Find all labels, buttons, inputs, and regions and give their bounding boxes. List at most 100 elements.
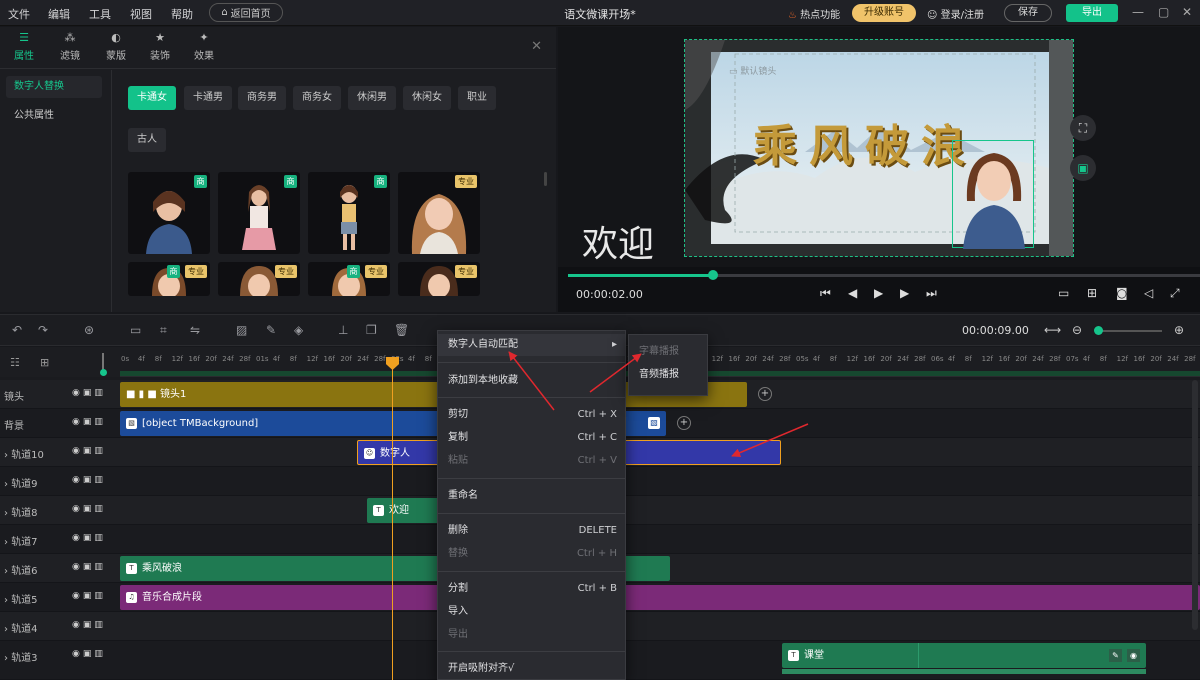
home-button[interactable]: ⌂ 返回首页	[209, 3, 283, 22]
category-cartoon-female[interactable]: 卡通女	[128, 86, 176, 110]
add-keyframe-icon[interactable]: +	[677, 416, 691, 430]
menu-item-copy[interactable]: 复制 Ctrl + C	[438, 427, 625, 449]
trash-icon[interactable]: ▥	[94, 649, 106, 659]
music-clip[interactable]: ♫ 音乐合成片段	[120, 585, 1200, 610]
avatar-list-scrollbar[interactable]	[544, 172, 547, 186]
eye-icon[interactable]: ◉	[72, 533, 83, 543]
eye-icon[interactable]: ◉	[72, 446, 83, 456]
avatar-thumbnail[interactable]: 专业	[398, 262, 480, 296]
zoom-slider[interactable]	[1098, 330, 1162, 332]
delete-icon[interactable]: 🗑	[394, 323, 409, 337]
lock-icon[interactable]: ▣	[83, 533, 95, 543]
avatar-thumbnail[interactable]: 专业	[398, 172, 480, 254]
lock-icon[interactable]: ▣	[1070, 155, 1096, 181]
menu-item-cut[interactable]: 剪切 Ctrl + X	[438, 404, 625, 426]
grid-icon[interactable]: ⊞	[1087, 286, 1097, 300]
menu-view[interactable]: 视图	[130, 6, 152, 22]
eye-icon[interactable]: ◉	[72, 591, 83, 601]
lock-icon[interactable]: ▣	[83, 620, 95, 630]
menu-item-rename[interactable]: 重命名	[438, 485, 625, 507]
lock-icon[interactable]: ▣	[83, 446, 95, 456]
tab-filter[interactable]: ⁂ 滤镜	[48, 31, 92, 62]
preview-icon[interactable]: ◉	[1127, 649, 1140, 662]
login-link[interactable]: ☺ 登录/注册	[927, 6, 984, 21]
undo-icon[interactable]: ↶	[12, 323, 22, 337]
preview-progress-track[interactable]	[568, 274, 1200, 277]
avatar-thumbnail[interactable]: 商	[308, 172, 390, 254]
menu-item-delete[interactable]: 删除 DELETE	[438, 520, 625, 542]
fit-screen-icon[interactable]: ⛶	[1070, 115, 1096, 141]
menu-item-avatar-auto-match[interactable]: 数字人自动匹配 ▸	[438, 334, 625, 356]
tab-mask[interactable]: ◐ 蒙版	[94, 31, 138, 62]
screen-icon[interactable]: ▭	[1058, 286, 1069, 300]
trash-icon[interactable]: ▥	[94, 475, 106, 485]
step-back-icon[interactable]: ◀	[848, 286, 857, 300]
fit-timeline-icon[interactable]: ⟷	[1044, 323, 1061, 337]
eye-icon[interactable]: ◉	[72, 620, 83, 630]
submenu-item-audio-broadcast[interactable]: 音频播报	[629, 364, 707, 386]
avatar-thumbnail[interactable]: 商 专业	[128, 262, 210, 296]
lock-icon[interactable]: ▣	[83, 504, 95, 514]
export-button[interactable]: 导出	[1066, 4, 1118, 22]
lock-icon[interactable]: ▣	[83, 388, 95, 398]
fullscreen-icon[interactable]: ⤢	[1170, 286, 1180, 301]
menu-item-snap-align[interactable]: 开启吸附对齐√	[438, 658, 625, 680]
play-icon[interactable]: ▶	[874, 286, 883, 300]
menu-file[interactable]: 文件	[8, 6, 30, 22]
menu-item-import[interactable]: 导入	[438, 601, 625, 623]
aspect-icon[interactable]: ▭	[130, 323, 141, 337]
category-business-male[interactable]: 商务男	[238, 86, 286, 110]
volume-icon[interactable]: ◁	[1144, 286, 1153, 300]
clip-settings-icon[interactable]: ▧	[648, 417, 660, 429]
timeline-vscrollbar[interactable]	[1192, 380, 1198, 630]
avatar-thumbnail[interactable]: 商 专业	[308, 262, 390, 296]
avatar-thumbnail[interactable]: 商	[218, 172, 300, 254]
flip-icon[interactable]: ⇋	[190, 323, 200, 337]
edit-icon[interactable]: ✎	[1109, 649, 1122, 662]
side-item-common-properties[interactable]: 公共属性	[6, 105, 102, 127]
step-forward-icon[interactable]: ▶	[900, 286, 909, 300]
skip-start-icon[interactable]: ⏮	[820, 286, 831, 301]
skip-end-icon[interactable]: ⏭	[926, 286, 937, 301]
tab-properties[interactable]: ☰ 属性	[2, 31, 46, 62]
image-edit-icon[interactable]: ▨	[236, 323, 247, 337]
zoom-slider-knob[interactable]	[1094, 326, 1103, 335]
trash-icon[interactable]: ▥	[94, 533, 106, 543]
copy-icon[interactable]: ❐	[366, 323, 377, 337]
lock-icon[interactable]: ▣	[83, 475, 95, 485]
playhead-line[interactable]	[392, 358, 393, 680]
trash-icon[interactable]: ▥	[94, 504, 106, 514]
track-settings-icon[interactable]: ☷	[10, 356, 20, 369]
trash-icon[interactable]: ▥	[94, 562, 106, 572]
side-item-avatar-replace[interactable]: 数字人替换	[6, 76, 102, 98]
category-professional[interactable]: 职业	[458, 86, 496, 110]
camera-icon[interactable]: ◙	[1116, 286, 1128, 300]
tab-decoration[interactable]: ★ 装饰	[138, 31, 182, 62]
zoom-out-icon[interactable]: ⊖	[1072, 323, 1082, 337]
menu-item-add-favorite[interactable]: 添加到本地收藏	[438, 370, 625, 392]
category-casual-male[interactable]: 休闲男	[348, 86, 396, 110]
category-business-female[interactable]: 商务女	[293, 86, 341, 110]
menu-tools[interactable]: 工具	[89, 6, 111, 22]
eye-icon[interactable]: ◉	[72, 649, 83, 659]
trash-icon[interactable]: ▥	[94, 417, 106, 427]
menu-edit[interactable]: 编辑	[48, 6, 70, 22]
eye-icon[interactable]: ◉	[72, 562, 83, 572]
trash-icon[interactable]: ▥	[94, 388, 106, 398]
classroom-text-clip[interactable]: T 课堂 ✎ ◉	[782, 643, 1146, 668]
tab-effects[interactable]: ✦ 效果	[182, 31, 226, 62]
preview-stage[interactable]: ▭ 默认镜头 乘风破浪	[684, 39, 1074, 257]
category-cartoon-male[interactable]: 卡通男	[184, 86, 232, 110]
hot-feature-link[interactable]: ♨ 热点功能	[788, 6, 840, 21]
welcome-text-clip[interactable]: T 欢迎	[367, 498, 439, 523]
preview-progress-knob[interactable]	[708, 270, 719, 280]
trash-icon[interactable]: ▥	[94, 620, 106, 630]
trash-icon[interactable]: ▥	[94, 591, 106, 601]
trash-icon[interactable]: ▥	[94, 446, 106, 456]
category-casual-female[interactable]: 休闲女	[403, 86, 451, 110]
close-panel-icon[interactable]: ✕	[531, 39, 542, 54]
speed-icon[interactable]: ⊛	[84, 323, 94, 337]
zoom-in-icon[interactable]: ⊕	[1174, 323, 1184, 337]
eye-icon[interactable]: ◉	[72, 417, 83, 427]
menu-help[interactable]: 帮助	[171, 6, 193, 22]
